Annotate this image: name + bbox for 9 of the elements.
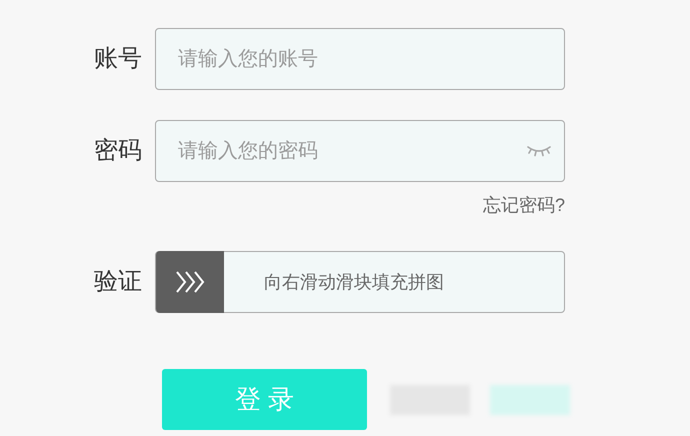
password-input[interactable]: 请输入您的密码 xyxy=(155,120,565,182)
account-input[interactable]: 请输入您的账号 xyxy=(155,28,565,90)
field-label: 密码 xyxy=(93,136,143,166)
chevrons-right-icon xyxy=(174,270,206,294)
slider-hint: 向右滑动滑块填充拼图 xyxy=(264,270,444,294)
slider-handle[interactable] xyxy=(156,251,224,313)
field-label: 账号 xyxy=(93,44,143,74)
field-label: 验证 xyxy=(93,267,143,297)
forgot-password-link[interactable]: 忘记密码? xyxy=(482,192,565,219)
